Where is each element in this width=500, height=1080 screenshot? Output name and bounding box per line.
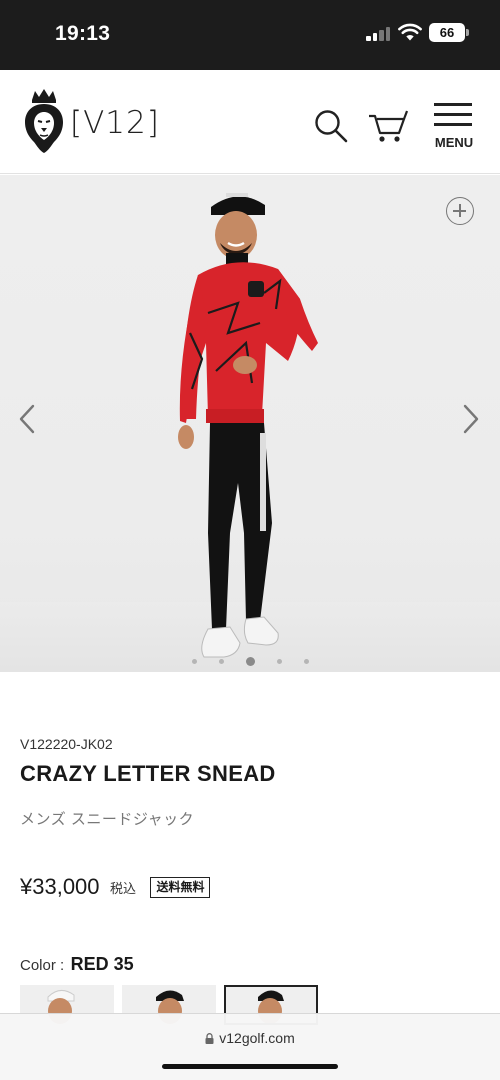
product-price: ¥33,000 [20, 874, 100, 899]
battery-icon: 66 [429, 23, 469, 42]
cellular-signal-icon [366, 25, 392, 41]
site-header: [V12] MENU [0, 70, 500, 174]
price-row: ¥33,000 税込 送料無料 [20, 874, 211, 904]
search-icon[interactable] [313, 108, 349, 144]
menu-label: MENU [434, 135, 474, 150]
tax-label: 税込 [109, 880, 136, 896]
color-label: Color : [20, 957, 65, 974]
browser-address-bar[interactable]: v12golf.com [0, 1013, 500, 1080]
color-value: RED 35 [70, 954, 134, 974]
chevron-right-icon[interactable] [460, 403, 482, 435]
carousel-dot[interactable] [218, 659, 224, 665]
product-image-gallery[interactable] [0, 175, 500, 672]
status-time: 19:13 [55, 22, 111, 45]
site-logo-text[interactable]: [V12] [70, 105, 160, 141]
product-subtitle: メンズ スニードジャック [20, 811, 195, 828]
carousel-dot[interactable] [303, 659, 309, 665]
wifi-icon [398, 23, 422, 41]
zoom-plus-icon[interactable] [446, 197, 474, 225]
carousel-pagination [0, 653, 500, 667]
carousel-dot[interactable] [191, 659, 197, 665]
home-indicator [162, 1064, 338, 1069]
url-text[interactable]: v12golf.com [219, 1030, 294, 1046]
cart-icon[interactable] [368, 108, 408, 144]
lock-icon [205, 1033, 214, 1044]
chevron-left-icon[interactable] [16, 403, 38, 435]
menu-button[interactable]: MENU [432, 103, 476, 151]
product-photo [178, 193, 318, 658]
hamburger-menu-icon [434, 103, 472, 106]
carousel-dot[interactable] [276, 659, 282, 665]
carousel-dot[interactable] [245, 657, 255, 667]
product-name: CRAZY LETTER SNEAD [20, 761, 276, 786]
battery-level: 66 [439, 25, 455, 40]
product-sku: V122220-JK02 [20, 736, 113, 752]
status-bar: 19:13 66 [0, 0, 500, 70]
color-selector-label: Color : RED 35 [20, 954, 134, 975]
free-shipping-badge: 送料無料 [150, 876, 211, 898]
lion-logo-icon[interactable] [22, 88, 66, 154]
